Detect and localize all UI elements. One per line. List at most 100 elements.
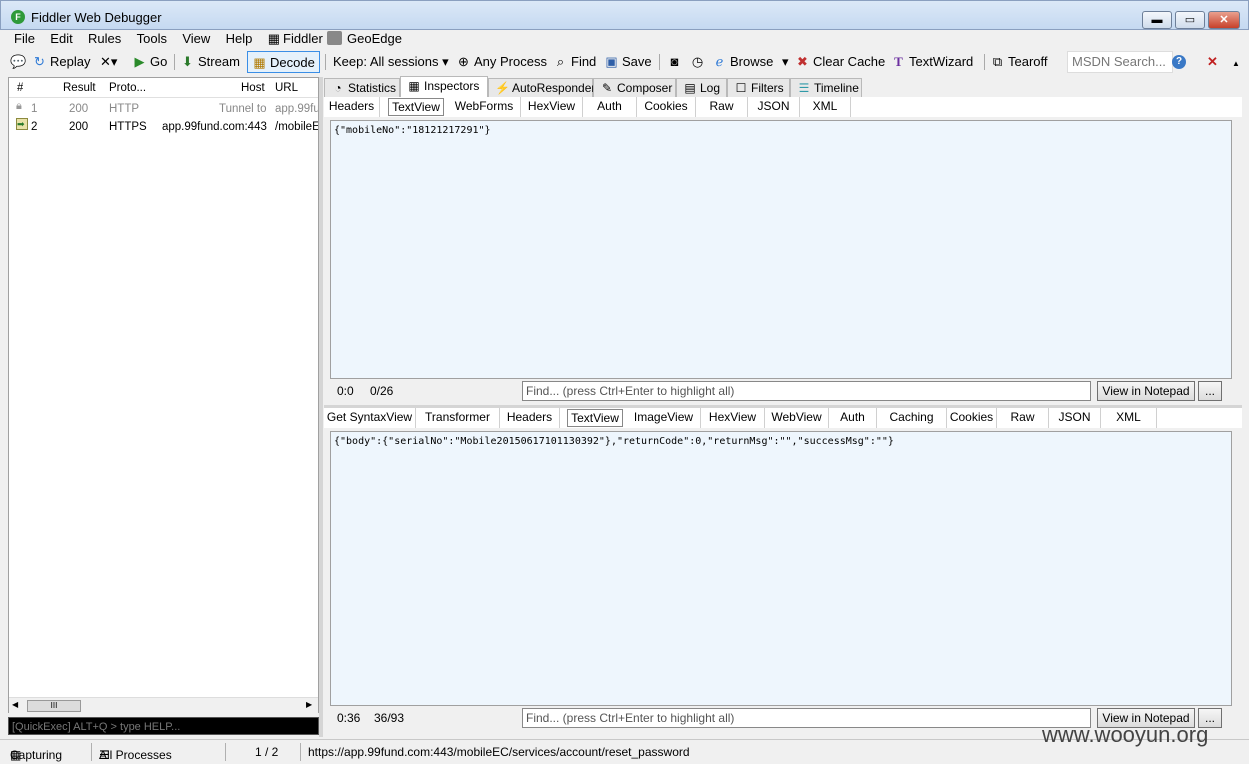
go-button[interactable]: ▶ Go	[132, 51, 168, 73]
col-header-host[interactable]: Host	[241, 78, 265, 98]
clock-icon: ◷	[691, 54, 704, 69]
resp-tab-textview[interactable]: TextView	[567, 409, 623, 427]
col-header-url[interactable]: URL	[275, 78, 298, 98]
decode-button[interactable]: ▦ Decode	[247, 51, 320, 73]
toolbar: 💬 ↻ Replay ✕▾ ▶ Go ⬇ Stream ▦ Decode Keep: A…	[8, 51, 1242, 73]
quickexec-input[interactable]: [QuickExec] ALT+Q > type HELP...	[8, 717, 319, 735]
resp-tab-transformer[interactable]: Transformer	[416, 408, 500, 428]
menu-edit[interactable]: Edit	[44, 30, 78, 48]
resp-tab-raw[interactable]: Raw	[997, 408, 1049, 428]
tab-statistics-label: Statistics	[348, 81, 397, 95]
menu-tools[interactable]: Tools	[131, 30, 173, 48]
tab-inspectors-label: Inspectors	[424, 79, 480, 93]
tearoff-button[interactable]: ⧉ Tearoff	[990, 51, 1048, 73]
req-tab-raw[interactable]: Raw	[696, 97, 748, 117]
msdn-search-input[interactable]: MSDN Search...	[1067, 51, 1173, 73]
status-divider	[300, 743, 301, 761]
resp-tab-headers[interactable]: Headers	[500, 408, 560, 428]
comment-button[interactable]: 💬	[10, 51, 28, 73]
req-tab-auth[interactable]: Auth	[583, 97, 637, 117]
response-body-text[interactable]: {"body":{"serialNo":"Mobile2015061710113…	[330, 431, 1232, 706]
capturing-label: Capturing	[10, 748, 63, 762]
request-find-input[interactable]: Find... (press Ctrl+Enter to highlight a…	[522, 381, 1091, 401]
resp-tab-get-syntaxview[interactable]: Get SyntaxView	[324, 408, 416, 428]
req-tab-json[interactable]: JSON	[748, 97, 800, 117]
row-url: /mobileEC	[275, 121, 318, 133]
menu-help[interactable]: Help	[220, 30, 259, 48]
close-window-button[interactable]: ✕	[1208, 11, 1240, 29]
tab-composer[interactable]: ✎ Composer	[593, 78, 676, 97]
clear-cache-button[interactable]: ✖ Clear Cache	[795, 51, 885, 73]
close-x-icon[interactable]: ✕	[1207, 51, 1218, 73]
any-process-button[interactable]: ⊕ Any Process	[456, 51, 547, 73]
col-header-result[interactable]: Result	[63, 78, 96, 98]
tab-timeline[interactable]: ☰ Timeline	[790, 78, 862, 97]
text-wizard-icon: T	[894, 54, 903, 69]
browse-dropdown-arrow[interactable]: ▾	[782, 51, 789, 73]
clear-cache-label: Clear Cache	[813, 54, 886, 69]
req-tab-xml[interactable]: XML	[800, 97, 851, 117]
help-icon[interactable]: ?	[1172, 55, 1186, 69]
minimize-button[interactable]: ▬	[1142, 11, 1172, 29]
remove-button[interactable]: ✕▾	[100, 51, 117, 73]
scroll-thumb[interactable]: III	[27, 700, 81, 712]
resp-tab-imageview[interactable]: ImageView	[627, 408, 701, 428]
lightning-icon: ⚡	[495, 81, 510, 95]
resp-tab-auth[interactable]: Auth	[829, 408, 877, 428]
resp-tab-cookies[interactable]: Cookies	[947, 408, 997, 428]
request-more-button[interactable]: ...	[1198, 381, 1222, 401]
table-row[interactable]: 🔒︎ 1 200 HTTP Tunnel to app.99fu	[9, 100, 318, 118]
menu-fiddler[interactable]: ▦ Fiddler	[262, 30, 329, 48]
sessions-list: # Result Proto... Host URL 🔒︎ 1 200 HTTP…	[8, 77, 319, 713]
scroll-right-icon[interactable]: ▶	[306, 700, 312, 709]
stream-button[interactable]: ⬇ Stream	[180, 51, 240, 73]
sessions-horizontal-scrollbar[interactable]: ◀ III ▶	[9, 697, 318, 713]
req-tab-cookies[interactable]: Cookies	[637, 97, 696, 117]
scroll-left-icon[interactable]: ◀	[12, 700, 18, 709]
resp-tab-xml[interactable]: XML	[1101, 408, 1157, 428]
tab-inspectors[interactable]: ▦ Inspectors	[400, 76, 488, 97]
menu-rules[interactable]: Rules	[82, 30, 127, 48]
resp-tab-hexview[interactable]: HexView	[701, 408, 765, 428]
resp-tab-json[interactable]: JSON	[1049, 408, 1101, 428]
tab-statistics[interactable]: ◔ Statistics	[324, 78, 400, 97]
crosshair-icon: ⊕	[458, 54, 469, 69]
toolbar-overflow-arrow[interactable]: ▲	[1232, 59, 1242, 73]
resp-tab-caching[interactable]: Caching	[877, 408, 947, 428]
request-body-text[interactable]: {"mobileNo":"18121217291"}	[330, 120, 1232, 379]
replay-button[interactable]: ↻ Replay	[32, 51, 90, 73]
timer-button[interactable]: ◷	[690, 51, 708, 73]
req-tab-hexview[interactable]: HexView	[521, 97, 583, 117]
keep-sessions-dropdown[interactable]: Keep: All sessions ▾	[333, 51, 449, 73]
row-host: Tunnel to	[219, 103, 267, 115]
screenshot-button[interactable]: ◙	[667, 51, 685, 73]
col-header-num[interactable]: #	[17, 78, 23, 98]
tab-filters[interactable]: ☐ Filters	[727, 78, 790, 97]
find-button[interactable]: ⌕ Find	[553, 51, 596, 73]
request-char-count: 0/26	[370, 384, 394, 398]
stream-label: Stream	[198, 54, 240, 69]
tab-log[interactable]: ▤ Log	[676, 78, 727, 97]
menu-view[interactable]: View	[176, 30, 216, 48]
req-tab-headers[interactable]: Headers	[324, 97, 380, 117]
tab-timeline-label: Timeline	[814, 81, 859, 95]
vertical-splitter[interactable]	[319, 77, 323, 737]
tab-autoresponder[interactable]: ⚡ AutoResponder	[488, 78, 596, 97]
req-tab-webforms[interactable]: WebForms	[448, 97, 521, 117]
browse-button[interactable]: ℯ Browse	[712, 51, 774, 73]
textwizard-button[interactable]: T TextWizard	[891, 51, 973, 73]
toolbar-divider	[325, 54, 326, 70]
table-row[interactable]: ➡ 2 200 HTTPS app.99fund.com:443 /mobile…	[9, 118, 318, 136]
save-button[interactable]: ▣ Save	[604, 51, 651, 73]
menu-geoedge[interactable]: GeoEdge	[327, 30, 402, 48]
maximize-button[interactable]: ▭	[1175, 11, 1205, 29]
row-result: 200	[69, 103, 89, 115]
tab-autoresponder-label: AutoResponder	[512, 81, 596, 95]
menu-file[interactable]: File	[8, 30, 41, 48]
req-tab-textview[interactable]: TextView	[388, 98, 444, 116]
resp-tab-webview[interactable]: WebView	[765, 408, 829, 428]
col-header-protocol[interactable]: Proto...	[109, 78, 146, 98]
response-find-input[interactable]: Find... (press Ctrl+Enter to highlight a…	[522, 708, 1091, 728]
row-num: 2	[31, 121, 38, 133]
request-view-in-notepad-button[interactable]: View in Notepad	[1097, 381, 1195, 401]
